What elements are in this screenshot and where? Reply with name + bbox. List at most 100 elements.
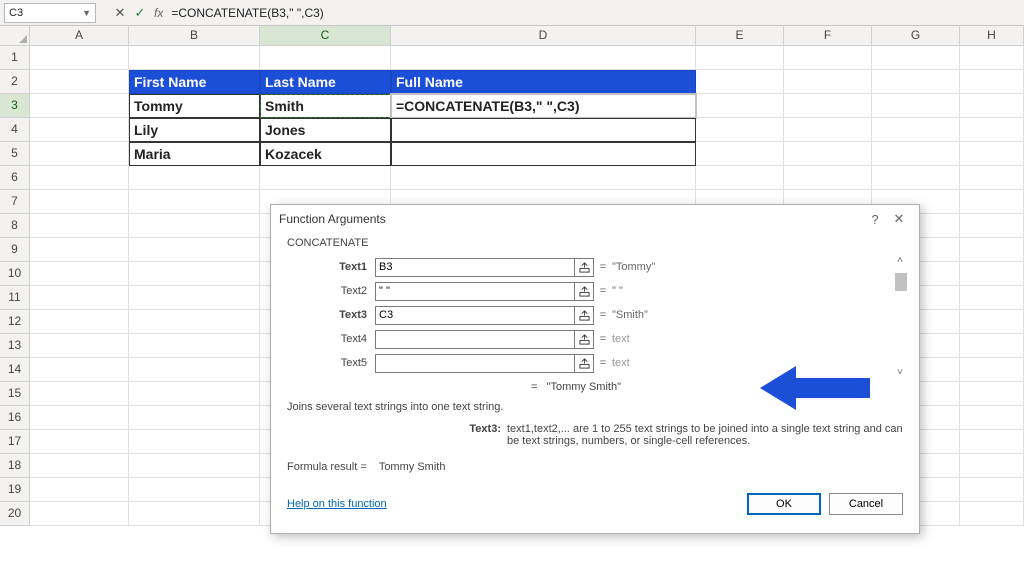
cell-A3[interactable] (30, 94, 129, 118)
cell-E3[interactable] (696, 94, 784, 118)
row-header-13[interactable]: 13 (0, 334, 30, 358)
cell-H5[interactable] (960, 142, 1024, 166)
cell-F2[interactable] (784, 70, 872, 94)
cell[interactable] (30, 382, 129, 406)
row-header-18[interactable]: 18 (0, 454, 30, 478)
cell-C3[interactable]: Smith (260, 94, 391, 118)
cell-A4[interactable] (30, 118, 129, 142)
row-header-20[interactable]: 20 (0, 502, 30, 526)
row-header-4[interactable]: 4 (0, 118, 30, 142)
arg-input-text5[interactable] (375, 354, 575, 373)
row-header-14[interactable]: 14 (0, 358, 30, 382)
cell-C1[interactable] (260, 46, 391, 70)
dialog-help-icon[interactable]: ? (863, 212, 887, 227)
cell[interactable] (30, 334, 129, 358)
cell[interactable] (872, 166, 960, 190)
cell-D4[interactable] (391, 118, 696, 142)
cell[interactable] (960, 382, 1024, 406)
range-picker-icon[interactable] (575, 306, 594, 325)
cell[interactable] (129, 382, 260, 406)
col-header-A[interactable]: A (30, 26, 129, 46)
cell-A2[interactable] (30, 70, 129, 94)
row-header-5[interactable]: 5 (0, 142, 30, 166)
cell-B3[interactable]: Tommy (129, 94, 260, 118)
range-picker-icon[interactable] (575, 330, 594, 349)
col-header-G[interactable]: G (872, 26, 960, 46)
cell[interactable] (960, 406, 1024, 430)
row-header-1[interactable]: 1 (0, 46, 30, 70)
cell[interactable] (129, 478, 260, 502)
cell[interactable] (129, 430, 260, 454)
cell[interactable] (960, 358, 1024, 382)
arg-input-text4[interactable] (375, 330, 575, 349)
cell[interactable] (260, 166, 391, 190)
cell[interactable] (129, 214, 260, 238)
cell-E1[interactable] (696, 46, 784, 70)
cell-B5[interactable]: Maria (129, 142, 260, 166)
cell[interactable] (960, 190, 1024, 214)
cell-H1[interactable] (960, 46, 1024, 70)
ok-button[interactable]: OK (747, 493, 821, 515)
col-header-H[interactable]: H (960, 26, 1024, 46)
cell[interactable] (960, 310, 1024, 334)
row-header-10[interactable]: 10 (0, 262, 30, 286)
cell[interactable] (30, 454, 129, 478)
cell[interactable] (30, 286, 129, 310)
cell-F3[interactable] (784, 94, 872, 118)
cell[interactable] (129, 166, 260, 190)
cell[interactable] (30, 190, 129, 214)
cell[interactable] (30, 502, 129, 526)
cell[interactable] (129, 406, 260, 430)
fx-icon[interactable]: fx (154, 6, 163, 20)
range-picker-icon[interactable] (575, 258, 594, 277)
cell-D3[interactable]: =CONCATENATE(B3," ",C3) (391, 94, 696, 118)
cancel-formula-icon[interactable]: ✕ (110, 3, 130, 23)
row-header-9[interactable]: 9 (0, 238, 30, 262)
cell[interactable] (960, 502, 1024, 526)
row-header-11[interactable]: 11 (0, 286, 30, 310)
row-header-15[interactable]: 15 (0, 382, 30, 406)
help-link[interactable]: Help on this function (287, 498, 387, 510)
cell[interactable] (960, 238, 1024, 262)
cell-G1[interactable] (872, 46, 960, 70)
cell-H2[interactable] (960, 70, 1024, 94)
arg-input-text3[interactable] (375, 306, 575, 325)
cell[interactable] (30, 358, 129, 382)
close-icon[interactable]: ✕ (887, 211, 911, 227)
cell[interactable] (784, 166, 872, 190)
cell[interactable] (960, 454, 1024, 478)
cell[interactable] (129, 262, 260, 286)
cell-E2[interactable] (696, 70, 784, 94)
cell[interactable] (960, 262, 1024, 286)
cell-B1[interactable] (129, 46, 260, 70)
cell[interactable] (129, 334, 260, 358)
cell[interactable] (696, 166, 784, 190)
dialog-titlebar[interactable]: Function Arguments ? ✕ (271, 205, 919, 233)
cell[interactable] (129, 190, 260, 214)
row-header-6[interactable]: 6 (0, 166, 30, 190)
cell[interactable] (30, 406, 129, 430)
cell[interactable] (129, 358, 260, 382)
cell[interactable] (30, 430, 129, 454)
cell-G4[interactable] (872, 118, 960, 142)
scroll-down-icon[interactable]: ˅ (893, 367, 907, 381)
cell[interactable] (30, 238, 129, 262)
select-all-corner[interactable] (0, 26, 30, 46)
cell-D1[interactable] (391, 46, 696, 70)
cell-G5[interactable] (872, 142, 960, 166)
cell-A5[interactable] (30, 142, 129, 166)
scroll-thumb[interactable] (895, 273, 907, 291)
cell-G2[interactable] (872, 70, 960, 94)
cell-E5[interactable] (696, 142, 784, 166)
cell-G3[interactable] (872, 94, 960, 118)
chevron-down-icon[interactable]: ▼ (82, 8, 91, 18)
cell-F4[interactable] (784, 118, 872, 142)
arg-input-text1[interactable] (375, 258, 575, 277)
cell[interactable] (30, 478, 129, 502)
cell[interactable] (129, 286, 260, 310)
name-box[interactable]: C3 ▼ (4, 3, 96, 23)
cell-C5[interactable]: Kozacek (260, 142, 391, 166)
row-header-7[interactable]: 7 (0, 190, 30, 214)
cell-F1[interactable] (784, 46, 872, 70)
cell-E4[interactable] (696, 118, 784, 142)
